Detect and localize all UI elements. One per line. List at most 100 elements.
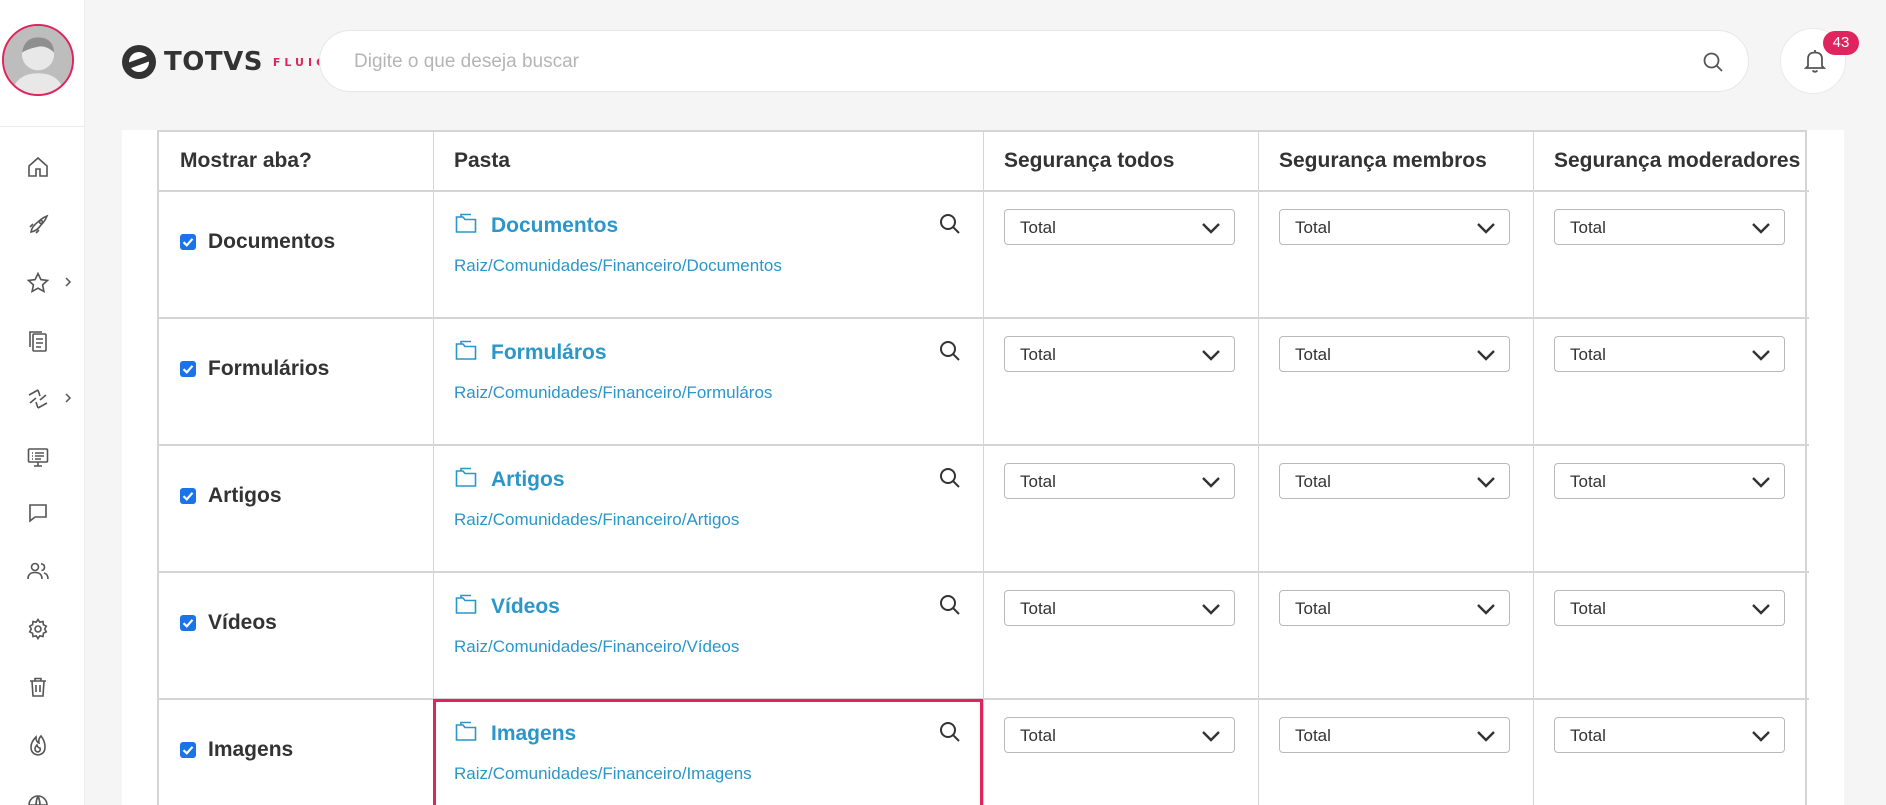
chevron-down-icon xyxy=(1751,347,1771,363)
security-moderators-select[interactable]: Total xyxy=(1554,336,1785,372)
folder-name-link[interactable]: Imagens xyxy=(491,722,576,746)
table-row: Vídeos Vídeos Raiz/Comunidades/Financeir… xyxy=(159,573,1809,700)
notifications-button[interactable]: 43 xyxy=(1780,28,1859,94)
sidebar-item-favorites[interactable] xyxy=(0,260,85,304)
tab-label: Formulários xyxy=(208,357,330,380)
search-folder-icon[interactable] xyxy=(938,466,962,490)
folder-name-link[interactable]: Formuláros xyxy=(491,341,607,365)
trash-icon xyxy=(26,675,50,699)
search-folder-icon[interactable] xyxy=(938,212,962,236)
folder-name-link[interactable]: Artigos xyxy=(491,468,565,492)
chevron-down-icon xyxy=(1751,728,1771,744)
sidebar-item-globe[interactable] xyxy=(0,782,85,805)
select-value: Total xyxy=(1295,599,1331,618)
chevron-down-icon xyxy=(1751,601,1771,617)
globe-icon xyxy=(26,793,50,805)
table-row: Artigos Artigos Raiz/Comunidades/Finance… xyxy=(159,446,1809,573)
select-value: Total xyxy=(1295,472,1331,491)
security-moderators-select[interactable]: Total xyxy=(1554,590,1785,626)
search-folder-icon[interactable] xyxy=(938,593,962,617)
search-icon[interactable] xyxy=(1701,50,1725,74)
folder-icon xyxy=(454,720,478,744)
show-tab-cell: Formulários xyxy=(180,357,329,381)
security-moderators-select[interactable]: Total xyxy=(1554,717,1785,753)
security-members-select[interactable]: Total xyxy=(1279,590,1510,626)
select-value: Total xyxy=(1020,218,1056,237)
security-members-select[interactable]: Total xyxy=(1279,209,1510,245)
select-value: Total xyxy=(1295,218,1331,237)
sidebar-item-workflow[interactable] xyxy=(0,376,85,420)
sidebar xyxy=(0,0,85,805)
search-folder-icon[interactable] xyxy=(938,339,962,363)
star-icon xyxy=(26,271,50,295)
home-icon xyxy=(26,155,50,179)
select-value: Total xyxy=(1570,599,1606,618)
select-value: Total xyxy=(1570,345,1606,364)
workflow-icon xyxy=(26,387,50,411)
chevron-down-icon xyxy=(1476,728,1496,744)
sidebar-item-users[interactable] xyxy=(0,548,85,592)
chevron-down-icon xyxy=(1476,220,1496,236)
folder-name-link[interactable]: Documentos xyxy=(491,214,618,238)
selection-highlight xyxy=(433,699,983,805)
sidebar-item-presentation[interactable] xyxy=(0,434,85,478)
folder-path-link[interactable]: Raiz/Comunidades/Financeiro/Documentos xyxy=(454,256,782,276)
sidebar-item-settings[interactable] xyxy=(0,606,85,650)
folder-path-link[interactable]: Raiz/Comunidades/Financeiro/Formuláros xyxy=(454,383,772,403)
table-row: Imagens Imagens Raiz/Comunidades/Finance… xyxy=(159,699,1809,805)
show-tab-checkbox[interactable] xyxy=(180,742,196,758)
folder-path-link[interactable]: Raiz/Comunidades/Financeiro/Imagens xyxy=(454,764,752,784)
folder-cell: Artigos Raiz/Comunidades/Financeiro/Arti… xyxy=(433,446,983,573)
folder-icon xyxy=(454,593,478,617)
security-all-select[interactable]: Total xyxy=(1004,590,1235,626)
security-all-select[interactable]: Total xyxy=(1004,463,1235,499)
folder-path-link[interactable]: Raiz/Comunidades/Financeiro/Artigos xyxy=(454,510,739,530)
logo-text: TOTVS xyxy=(164,47,263,77)
table-header: Mostrar aba? Pasta Segurança todos Segur… xyxy=(159,132,1809,192)
documents-icon xyxy=(26,329,50,353)
avatar[interactable] xyxy=(2,24,74,96)
header-security-moderators: Segurança moderadores xyxy=(1554,149,1801,172)
show-tab-cell: Artigos xyxy=(180,484,282,508)
security-moderators-select[interactable]: Total xyxy=(1554,209,1785,245)
show-tab-checkbox[interactable] xyxy=(180,361,196,377)
security-all-select[interactable]: Total xyxy=(1004,209,1235,245)
select-value: Total xyxy=(1020,345,1056,364)
show-tab-cell: Documentos xyxy=(180,230,335,254)
folder-path-link[interactable]: Raiz/Comunidades/Financeiro/Vídeos xyxy=(454,637,739,657)
select-value: Total xyxy=(1295,726,1331,745)
security-members-select[interactable]: Total xyxy=(1279,336,1510,372)
sidebar-item-trash[interactable] xyxy=(0,664,85,708)
show-tab-checkbox[interactable] xyxy=(180,488,196,504)
chevron-down-icon xyxy=(1751,220,1771,236)
folder-cell: Vídeos Raiz/Comunidades/Financeiro/Vídeo… xyxy=(433,573,983,700)
select-value: Total xyxy=(1020,599,1056,618)
tab-label: Artigos xyxy=(208,484,282,507)
show-tab-checkbox[interactable] xyxy=(180,615,196,631)
select-value: Total xyxy=(1020,726,1056,745)
search-folder-icon[interactable] xyxy=(938,720,962,744)
header-show-tab: Mostrar aba? xyxy=(180,149,312,172)
security-members-select[interactable]: Total xyxy=(1279,463,1510,499)
search-bar xyxy=(319,30,1749,92)
security-all-select[interactable]: Total xyxy=(1004,717,1235,753)
folder-name-link[interactable]: Vídeos xyxy=(491,595,560,619)
totvs-fluig-logo[interactable]: TOTVS FLUIG xyxy=(120,42,329,82)
security-all-select[interactable]: Total xyxy=(1004,336,1235,372)
sidebar-item-chat[interactable] xyxy=(0,490,85,534)
sidebar-item-flame[interactable] xyxy=(0,722,85,766)
folder-icon xyxy=(454,339,478,363)
header-security-members: Segurança membros xyxy=(1279,149,1487,172)
show-tab-checkbox[interactable] xyxy=(180,234,196,250)
security-members-select[interactable]: Total xyxy=(1279,717,1510,753)
security-moderators-select[interactable]: Total xyxy=(1554,463,1785,499)
sidebar-item-launch[interactable] xyxy=(0,202,85,246)
chevron-right-icon xyxy=(62,276,74,288)
sidebar-item-home[interactable] xyxy=(0,144,85,188)
folder-cell: Formuláros Raiz/Comunidades/Financeiro/F… xyxy=(433,319,983,446)
search-input[interactable] xyxy=(354,45,1654,79)
select-value: Total xyxy=(1570,218,1606,237)
flame-icon xyxy=(26,733,50,757)
sidebar-item-documents[interactable] xyxy=(0,318,85,362)
chevron-down-icon xyxy=(1201,728,1221,744)
